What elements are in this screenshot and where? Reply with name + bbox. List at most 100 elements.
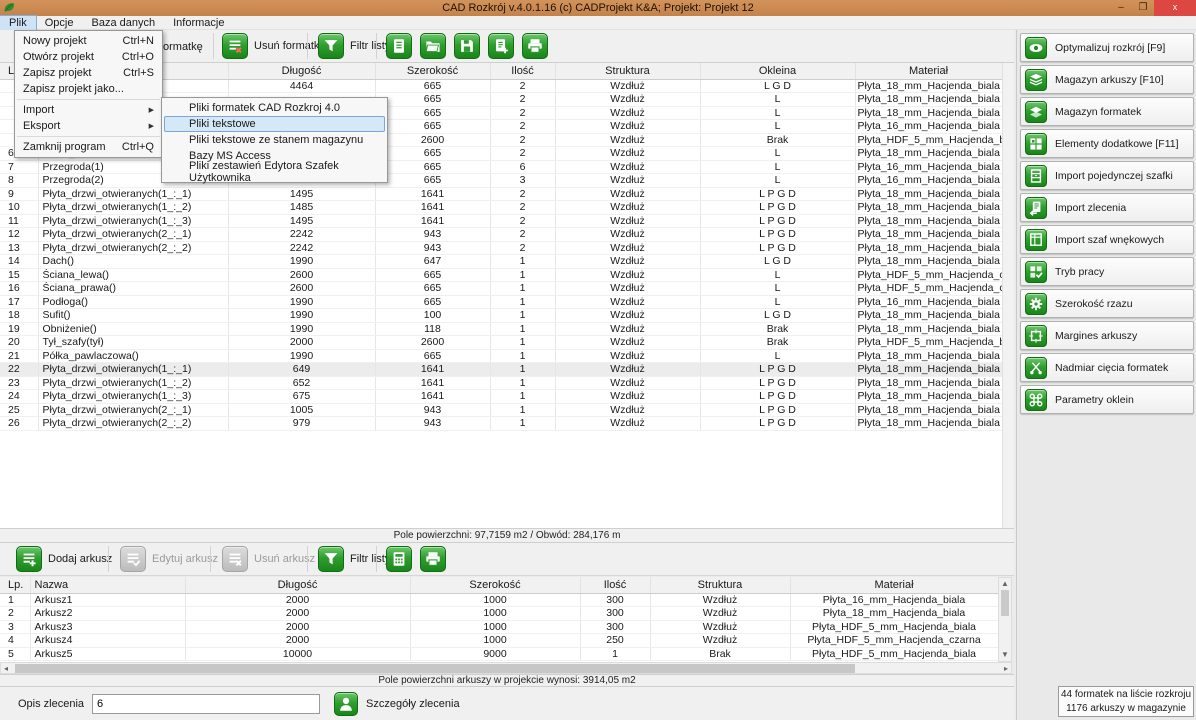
add-doc-icon[interactable] — [488, 33, 514, 59]
column-header[interactable]: Długość — [228, 63, 375, 79]
table-row[interactable]: 16Ściana_prawa()26006651WzdłużLPłyta_HDF… — [0, 282, 1002, 296]
add-arkusz-button[interactable]: Dodaj arkusz — [16, 546, 112, 572]
table-row[interactable]: 13Płyta_drzwi_otwieranych(2_:_2)22429432… — [0, 241, 1002, 255]
arkusze-horizontal-scrollbar[interactable]: ◂ ▸ — [0, 662, 1012, 674]
sidebar-button-cabinet[interactable]: Import pojedynczej szafki — [1020, 161, 1194, 190]
table-row[interactable]: 22Płyta_drzwi_otwieranych(1_:_1)64916411… — [0, 363, 1002, 377]
table-cell: Brak — [700, 336, 855, 350]
column-header[interactable]: Materiał — [790, 577, 998, 593]
table-cell: 2 — [490, 120, 555, 134]
table-row[interactable]: 17Podłoga()19906651WzdłużLPłyta_16_mm_Ha… — [0, 295, 1002, 309]
column-header[interactable]: Szerokość — [410, 577, 580, 593]
column-header[interactable]: Nazwa — [30, 577, 185, 593]
filter-arkusze-button[interactable]: Filtr listy — [318, 546, 390, 572]
column-header[interactable]: Ilość — [580, 577, 650, 593]
column-header[interactable]: Ilość — [490, 63, 555, 79]
menu-item-import[interactable]: Import▶ — [15, 102, 162, 118]
arkusze-vertical-scrollbar[interactable]: ▲ ▼ — [998, 577, 1012, 662]
column-header[interactable]: Lp. — [0, 577, 30, 593]
person-icon[interactable] — [334, 692, 358, 716]
sidebar-button-frame[interactable]: Margines arkuszy — [1020, 321, 1194, 350]
scroll-down-icon[interactable]: ▼ — [999, 649, 1011, 661]
minimize-button[interactable]: – — [1110, 0, 1132, 16]
menu-item-nowy-projekt[interactable]: Nowy projektCtrl+N — [15, 33, 162, 49]
table-row[interactable]: 5Arkusz51000090001BrakPłyta_HDF_5_mm_Hac… — [0, 647, 998, 661]
table-row[interactable]: 8Przegroda(2)9336653WzdłużLPłyta_16_mm_H… — [0, 174, 1002, 188]
menu-item-otw-rz-projekt[interactable]: Otwórz projektCtrl+O — [15, 49, 162, 65]
table-row[interactable]: 18Sufit()19901001WzdłużL G DPłyta_18_mm_… — [0, 309, 1002, 323]
sidebar-button-gear[interactable]: Szerokość rzazu — [1020, 289, 1194, 318]
column-header[interactable]: Szerokość — [375, 63, 490, 79]
order-description-input[interactable] — [92, 694, 320, 714]
calculator-icon[interactable] — [386, 546, 412, 572]
table-row[interactable]: 2Arkusz220001000300WzdłużPłyta_18_mm_Hac… — [0, 607, 998, 621]
column-header[interactable]: Materiał — [855, 63, 1002, 79]
table-row[interactable]: 9Płyta_drzwi_otwieranych(1_:_1)149516412… — [0, 187, 1002, 201]
column-header[interactable]: Struktura — [650, 577, 790, 593]
table-row[interactable]: 1Arkusz120001000300WzdłużPłyta_16_mm_Hac… — [0, 593, 998, 607]
column-header[interactable]: Okleina — [700, 63, 855, 79]
table-row[interactable]: 12Płyta_drzwi_otwieranych(2_:_1)22429432… — [0, 228, 1002, 242]
sidebar-button-sheet-stack[interactable]: Magazyn formatek — [1020, 97, 1194, 126]
sidebar-button-wardrobe[interactable]: Import szaf wnękowych — [1020, 225, 1194, 254]
edit-arkusz-button[interactable]: Edytuj arkusz — [120, 546, 218, 572]
table-row[interactable]: 7Przegroda(1)6656WzdłużLPłyta_16_mm_Hacj… — [0, 160, 1002, 174]
menu-item-zapisz-projekt[interactable]: Zapisz projektCtrl+S — [15, 65, 162, 81]
menu-informacje[interactable]: Informacje — [164, 16, 233, 30]
close-button[interactable]: x — [1154, 0, 1196, 16]
delete-formatka-button[interactable]: Usuń formatkę — [222, 33, 326, 59]
scroll-left-icon[interactable]: ◂ — [4, 663, 8, 674]
table-row[interactable]: 21Półka_pawlaczowa()19906651WzdłużLPłyta… — [0, 349, 1002, 363]
scrollbar-thumb[interactable] — [1001, 590, 1009, 616]
submenu-item[interactable]: Pliki tekstowe — [164, 116, 385, 132]
sidebar-button-squares-check[interactable]: Tryb pracy — [1020, 257, 1194, 286]
sidebar-button-scissors[interactable]: Nadmiar cięcia formatek — [1020, 353, 1194, 382]
sidebar-button-layers[interactable]: Magazyn arkuszy [F10] — [1020, 65, 1194, 94]
menu-baza-danych[interactable]: Baza danych — [82, 16, 164, 30]
table-row[interactable]: 15Ściana_lewa()26006651WzdłużLPłyta_HDF_… — [0, 268, 1002, 282]
table-cell: L — [700, 93, 855, 107]
table-cell: Płyta_18_mm_Hacjenda_biala — [855, 201, 1002, 215]
submenu-item[interactable]: Pliki formatek CAD Rozkroj 4.0 — [164, 100, 385, 116]
table-row[interactable]: 14Dach()19906471WzdłużL G DPłyta_18_mm_H… — [0, 255, 1002, 269]
sidebar-button-eye[interactable]: Optymalizuj rozkrój [F9] — [1020, 33, 1194, 62]
sidebar-button-clover[interactable]: Parametry oklein — [1020, 385, 1194, 414]
menu-plik[interactable]: Plik — [0, 16, 36, 30]
print-icon[interactable] — [420, 546, 446, 572]
submenu-item[interactable]: Pliki zestawień Edytora Szafek Użytkowni… — [164, 164, 385, 180]
table-row[interactable]: 11Płyta_drzwi_otwieranych(1_:_3)14951641… — [0, 214, 1002, 228]
table-row[interactable]: 24Płyta_drzwi_otwieranych(1_:_3)67516411… — [0, 390, 1002, 404]
delete-arkusz-button[interactable]: Usuń arkusz — [222, 546, 315, 572]
scrollbar-thumb[interactable] — [15, 664, 855, 673]
table-row[interactable]: 26Płyta_drzwi_otwieranych(2_:_2)9799431W… — [0, 417, 1002, 431]
column-header[interactable]: Struktura — [555, 63, 700, 79]
sidebar-button-doc-arrow[interactable]: Import zlecenia — [1020, 193, 1194, 222]
table-row[interactable]: 10Płyta_drzwi_otwieranych(1_:_2)14851641… — [0, 201, 1002, 215]
arkusze-header-row[interactable]: Lp.NazwaDługośćSzerokośćIlośćStrukturaMa… — [0, 577, 998, 593]
partially-hidden-button-label[interactable]: ormatkę — [163, 41, 203, 53]
maximize-button[interactable]: ❐ — [1132, 0, 1154, 16]
save-icon[interactable] — [454, 33, 480, 59]
menu-item-eksport[interactable]: Eksport▶ — [15, 118, 162, 134]
table-cell: Płyta_18_mm_Hacjenda_biala — [855, 309, 1002, 323]
table-row[interactable]: 20Tył_szafy(tył)200026001WzdłużBrakPłyta… — [0, 336, 1002, 350]
table-row[interactable]: 4Arkusz420001000250WzdłużPłyta_HDF_5_mm_… — [0, 634, 998, 648]
table-row[interactable]: 25Płyta_drzwi_otwieranych(2_:_1)10059431… — [0, 403, 1002, 417]
list-icon[interactable] — [386, 33, 412, 59]
submenu-item[interactable]: Pliki tekstowe ze stanem magazynu — [164, 132, 385, 148]
order-details-label[interactable]: Szczegóły zlecenia — [366, 698, 460, 710]
print-icon[interactable] — [522, 33, 548, 59]
column-header[interactable]: Długość — [185, 577, 410, 593]
menu-item-zapisz-projekt-jako-[interactable]: Zapisz projekt jako... — [15, 81, 162, 97]
scroll-up-icon[interactable]: ▲ — [999, 578, 1011, 590]
table-row[interactable]: 3Arkusz320001000300WzdłużPłyta_HDF_5_mm_… — [0, 620, 998, 634]
filter-list-button[interactable]: Filtr listy — [318, 33, 390, 59]
menu-opcje[interactable]: Opcje — [36, 16, 83, 30]
menu-item-zamknij-program[interactable]: Zamknij programCtrl+Q — [15, 139, 162, 155]
table-row[interactable]: 19Obniżenie()19901181WzdłużBrakPłyta_18_… — [0, 322, 1002, 336]
scroll-right-icon[interactable]: ▸ — [1004, 663, 1008, 674]
sidebar-button-grid-squares[interactable]: Elementy dodatkowe [F11] — [1020, 129, 1194, 158]
folder-open-icon[interactable] — [420, 33, 446, 59]
table-row[interactable]: 23Płyta_drzwi_otwieranych(1_:_2)65216411… — [0, 376, 1002, 390]
formatki-vertical-scrollbar[interactable] — [1002, 63, 1014, 528]
